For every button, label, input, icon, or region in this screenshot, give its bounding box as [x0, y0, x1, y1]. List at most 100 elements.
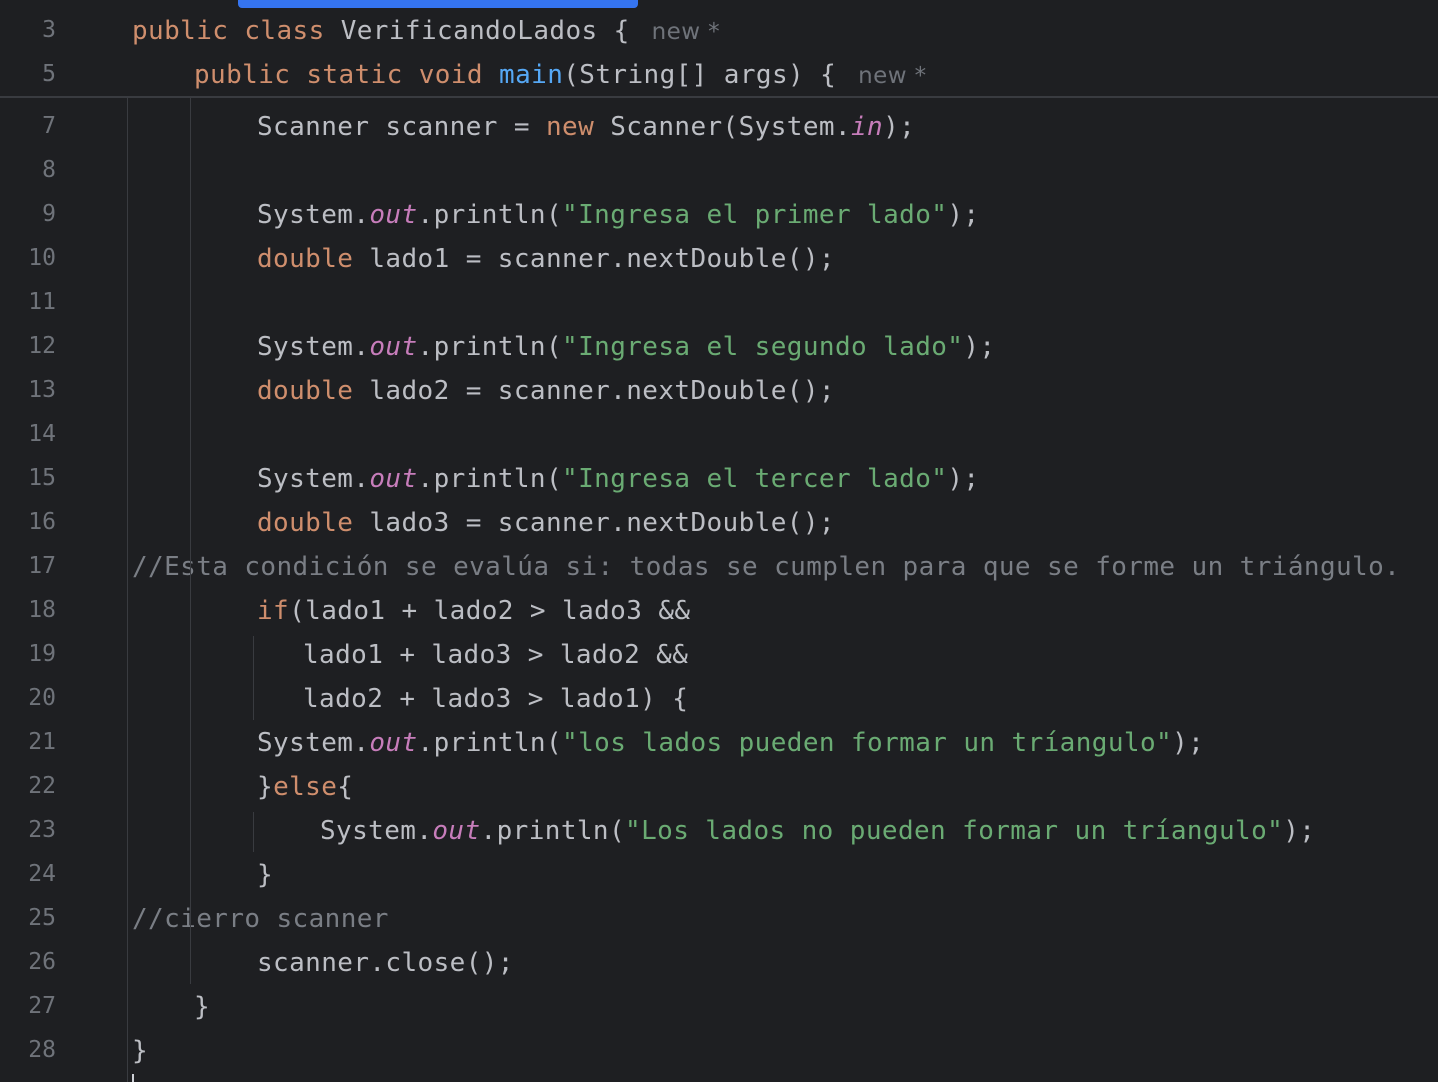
code-text: System.out.println("los lados pueden for… [257, 728, 1204, 758]
code-line[interactable]: 28} [0, 1030, 1438, 1074]
line-number[interactable]: 15 [0, 465, 56, 491]
code-token: public [194, 60, 307, 90]
code-token: } [257, 772, 274, 802]
code-text: lado1 + lado3 > lado2 && [303, 640, 688, 670]
code-text: System.out.println("Ingresa el segundo l… [257, 332, 995, 362]
code-token: (lado1 + lado2 > lado3 && [289, 596, 691, 626]
code-token: double [257, 508, 370, 538]
author-hint[interactable]: new * [858, 63, 926, 89]
line-number[interactable]: 21 [0, 729, 56, 755]
line-number[interactable]: 26 [0, 949, 56, 975]
code-line[interactable]: 10 double lado1 = scanner.nextDouble(); [0, 238, 1438, 282]
author-hint[interactable]: new * [652, 19, 720, 45]
code-text: public static void main(String[] args) {… [194, 60, 927, 90]
code-token: "Ingresa el tercer lado" [562, 464, 948, 494]
horizontal-scrollbar-thumb[interactable] [238, 0, 638, 8]
code-line[interactable]: 9 System.out.println("Ingresa el primer l… [0, 194, 1438, 238]
code-line[interactable]: 23 System.out.println("Los lados no puede… [0, 810, 1438, 854]
code-token: out [432, 816, 481, 846]
code-text: System.out.println("Ingresa el primer la… [257, 200, 979, 230]
code-line[interactable]: 3 public class VerificandoLados {new * [0, 10, 1438, 54]
code-token: "Ingresa el primer lado" [562, 200, 948, 230]
code-text: //Esta condición se evalúa si: todas se … [132, 552, 1400, 582]
line-number[interactable]: 12 [0, 333, 56, 359]
code-line[interactable]: 16 double lado3 = scanner.nextDouble(); [0, 502, 1438, 546]
code-token: lado2 + lado3 > lado1) { [303, 684, 689, 714]
code-text: double lado1 = scanner.nextDouble(); [257, 244, 835, 274]
code-token: (String[] args) { [563, 60, 837, 90]
code-line[interactable]: 18 if(lado1 + lado2 > lado3 && [0, 590, 1438, 634]
code-line[interactable]: 15 System.out.println("Ingresa el tercer … [0, 458, 1438, 502]
code-line[interactable]: 17 //Esta condición se evalúa si: todas s… [0, 546, 1438, 590]
code-token: { [337, 772, 354, 802]
code-line[interactable]: 11 [0, 282, 1438, 326]
code-line[interactable]: 26 scanner.close(); [0, 942, 1438, 986]
code-token: class [244, 16, 341, 46]
code-line[interactable]: 22}else{ [0, 766, 1438, 810]
code-line[interactable]: 27} [0, 986, 1438, 1030]
code-token: new [545, 112, 611, 142]
code-token: lado3 = scanner.nextDouble(); [369, 508, 835, 538]
code-line[interactable]: 5 public static void main(String[] args) … [0, 54, 1438, 98]
line-number[interactable]: 24 [0, 861, 56, 887]
code-text: } [194, 992, 210, 1022]
line-number[interactable]: 19 [0, 641, 56, 667]
code-text: public class VerificandoLados {new * [132, 16, 720, 46]
line-number[interactable]: 22 [0, 773, 56, 799]
code-token: //cierro scanner [132, 904, 389, 934]
code-token: "Los lados no pueden formar un tríangulo… [625, 816, 1284, 846]
line-number[interactable]: 25 [0, 905, 56, 931]
code-line[interactable]: 14 [0, 414, 1438, 458]
code-token: main [499, 60, 564, 90]
line-number[interactable]: 14 [0, 421, 56, 447]
line-number[interactable]: 7 [0, 113, 56, 139]
code-token: System. [257, 464, 370, 494]
code-line[interactable]: 13 double lado2 = scanner.nextDouble(); [0, 370, 1438, 414]
code-token: lado1 + lado3 > lado2 && [303, 640, 689, 670]
code-token: scanner.close(); [257, 948, 514, 978]
sticky-lines-separator [0, 96, 1438, 98]
code-line[interactable]: 20 lado2 + lado3 > lado1) { [0, 678, 1438, 722]
line-number[interactable]: 28 [0, 1037, 56, 1063]
code-token: Scanner(System. [610, 112, 851, 142]
code-token: .println( [417, 332, 563, 362]
code-line[interactable]: 8 [0, 150, 1438, 194]
code-token: //Esta condición se evalúa si: todas se … [132, 552, 1401, 582]
code-text: } [132, 1036, 148, 1066]
code-text: lado2 + lado3 > lado1) { [303, 684, 688, 714]
code-token: ); [1283, 816, 1316, 846]
line-number[interactable]: 27 [0, 993, 56, 1019]
code-token: "los lados pueden formar un tríangulo" [562, 728, 1173, 758]
code-token: public [132, 16, 245, 46]
line-number[interactable]: 20 [0, 685, 56, 711]
line-number[interactable]: 9 [0, 201, 56, 227]
line-number[interactable]: 8 [0, 157, 56, 183]
line-number[interactable]: 13 [0, 377, 56, 403]
line-number[interactable]: 23 [0, 817, 56, 843]
code-token: Scanner scanner = [257, 112, 546, 142]
line-number[interactable]: 3 [0, 17, 56, 43]
line-number[interactable]: 5 [0, 61, 56, 87]
line-number[interactable]: 11 [0, 289, 56, 315]
line-number[interactable]: 10 [0, 245, 56, 271]
gutter-separator [127, 98, 128, 1082]
code-token: lado2 = scanner.nextDouble(); [369, 376, 835, 406]
code-token: ); [947, 200, 980, 230]
line-number[interactable]: 18 [0, 597, 56, 623]
code-token: "Ingresa el segundo lado" [562, 332, 964, 362]
code-token: } [132, 1036, 149, 1066]
code-token: out [369, 464, 418, 494]
code-token: lado1 = scanner.nextDouble(); [369, 244, 835, 274]
code-token: .println( [417, 728, 563, 758]
line-number[interactable]: 16 [0, 509, 56, 535]
code-line[interactable]: 12 System.out.println("Ingresa el segundo… [0, 326, 1438, 370]
code-line[interactable]: 19 lado1 + lado3 > lado2 && [0, 634, 1438, 678]
code-line[interactable]: 21 System.out.println("los lados pueden f… [0, 722, 1438, 766]
code-text: System.out.println("Ingresa el tercer la… [257, 464, 979, 494]
code-line[interactable]: 24} [0, 854, 1438, 898]
code-line[interactable]: 7 Scanner scanner = new Scanner(System.in… [0, 106, 1438, 150]
code-line[interactable]: 25 //cierro scanner [0, 898, 1438, 942]
code-text: double lado2 = scanner.nextDouble(); [257, 376, 835, 406]
code-text: if(lado1 + lado2 > lado3 && [257, 596, 690, 626]
line-number[interactable]: 17 [0, 553, 56, 579]
